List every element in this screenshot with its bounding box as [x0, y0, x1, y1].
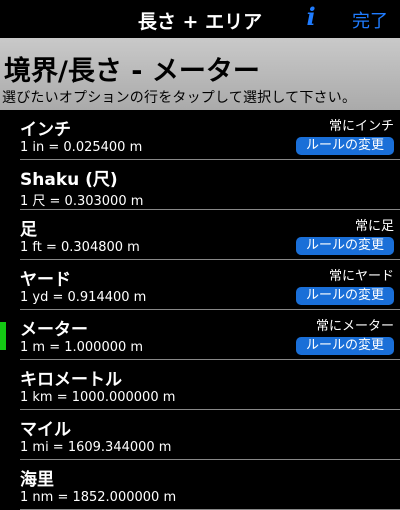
unit-name: メーター	[20, 320, 88, 340]
unit-rule: 常に足	[354, 219, 394, 234]
change-rule-button[interactable]: ルールの変更	[296, 287, 394, 305]
unit-name: Shaku (尺)	[20, 170, 118, 190]
unit-conversion: 1 in = 0.025400 m	[20, 140, 143, 155]
section-header: 境界/長さ - メーター 選びたいオプションの行をタップして選択して下さい。	[0, 38, 400, 110]
page-title: 境界/長さ - メーター	[4, 56, 260, 87]
unit-row-foot[interactable]: 足 1 ft = 0.304800 m 常に足 ルールの変更	[20, 210, 400, 260]
unit-name: 足	[20, 220, 37, 240]
change-rule-button[interactable]: ルールの変更	[296, 237, 394, 255]
unit-conversion: 1 yd = 0.914400 m	[20, 290, 147, 305]
unit-row-kilometer[interactable]: キロメートル 1 km = 1000.000000 m	[20, 360, 400, 410]
change-rule-button[interactable]: ルールの変更	[296, 337, 394, 355]
unit-name: ヤード	[20, 270, 71, 290]
unit-row-mile[interactable]: マイル 1 mi = 1609.344000 m	[20, 410, 400, 460]
unit-name: マイル	[20, 420, 71, 440]
unit-rule: 常にメーター	[315, 319, 394, 334]
nav-title: 長さ + エリア	[137, 11, 263, 33]
selected-row-indicator	[0, 322, 6, 350]
unit-conversion: 1 km = 1000.000000 m	[20, 390, 176, 405]
unit-row-yard[interactable]: ヤード 1 yd = 0.914400 m 常にヤード ルールの変更	[20, 260, 400, 310]
unit-row-inch[interactable]: インチ 1 in = 0.025400 m 常にインチ ルールの変更	[20, 110, 400, 160]
unit-conversion: 1 mi = 1609.344000 m	[20, 440, 172, 455]
unit-rule: 常にヤード	[328, 269, 394, 284]
done-button[interactable]: 完了	[352, 7, 388, 33]
info-icon[interactable]: i	[303, 2, 319, 32]
unit-row-meter[interactable]: メーター 1 m = 1.000000 m 常にメーター ルールの変更	[20, 310, 400, 360]
unit-conversion: 1 nm = 1852.000000 m	[20, 490, 177, 505]
unit-conversion: 1 m = 1.000000 m	[20, 340, 144, 355]
unit-row-nautical-mile[interactable]: 海里 1 nm = 1852.000000 m	[20, 460, 400, 510]
navigation-bar: 長さ + エリア i 完了	[0, 0, 400, 38]
unit-name: インチ	[20, 120, 71, 140]
unit-conversion: 1 尺 = 0.303000 m	[20, 194, 144, 209]
unit-name: 海里	[20, 470, 54, 490]
unit-conversion: 1 ft = 0.304800 m	[20, 240, 140, 255]
unit-list: インチ 1 in = 0.025400 m 常にインチ ルールの変更 Shaku…	[0, 110, 400, 510]
unit-rule: 常にインチ	[328, 119, 394, 134]
change-rule-button[interactable]: ルールの変更	[296, 137, 394, 155]
instruction-text: 選びたいオプションの行をタップして選択して下さい。	[2, 90, 357, 106]
unit-name: キロメートル	[20, 370, 122, 390]
unit-row-shaku[interactable]: Shaku (尺) 1 尺 = 0.303000 m	[20, 160, 400, 210]
